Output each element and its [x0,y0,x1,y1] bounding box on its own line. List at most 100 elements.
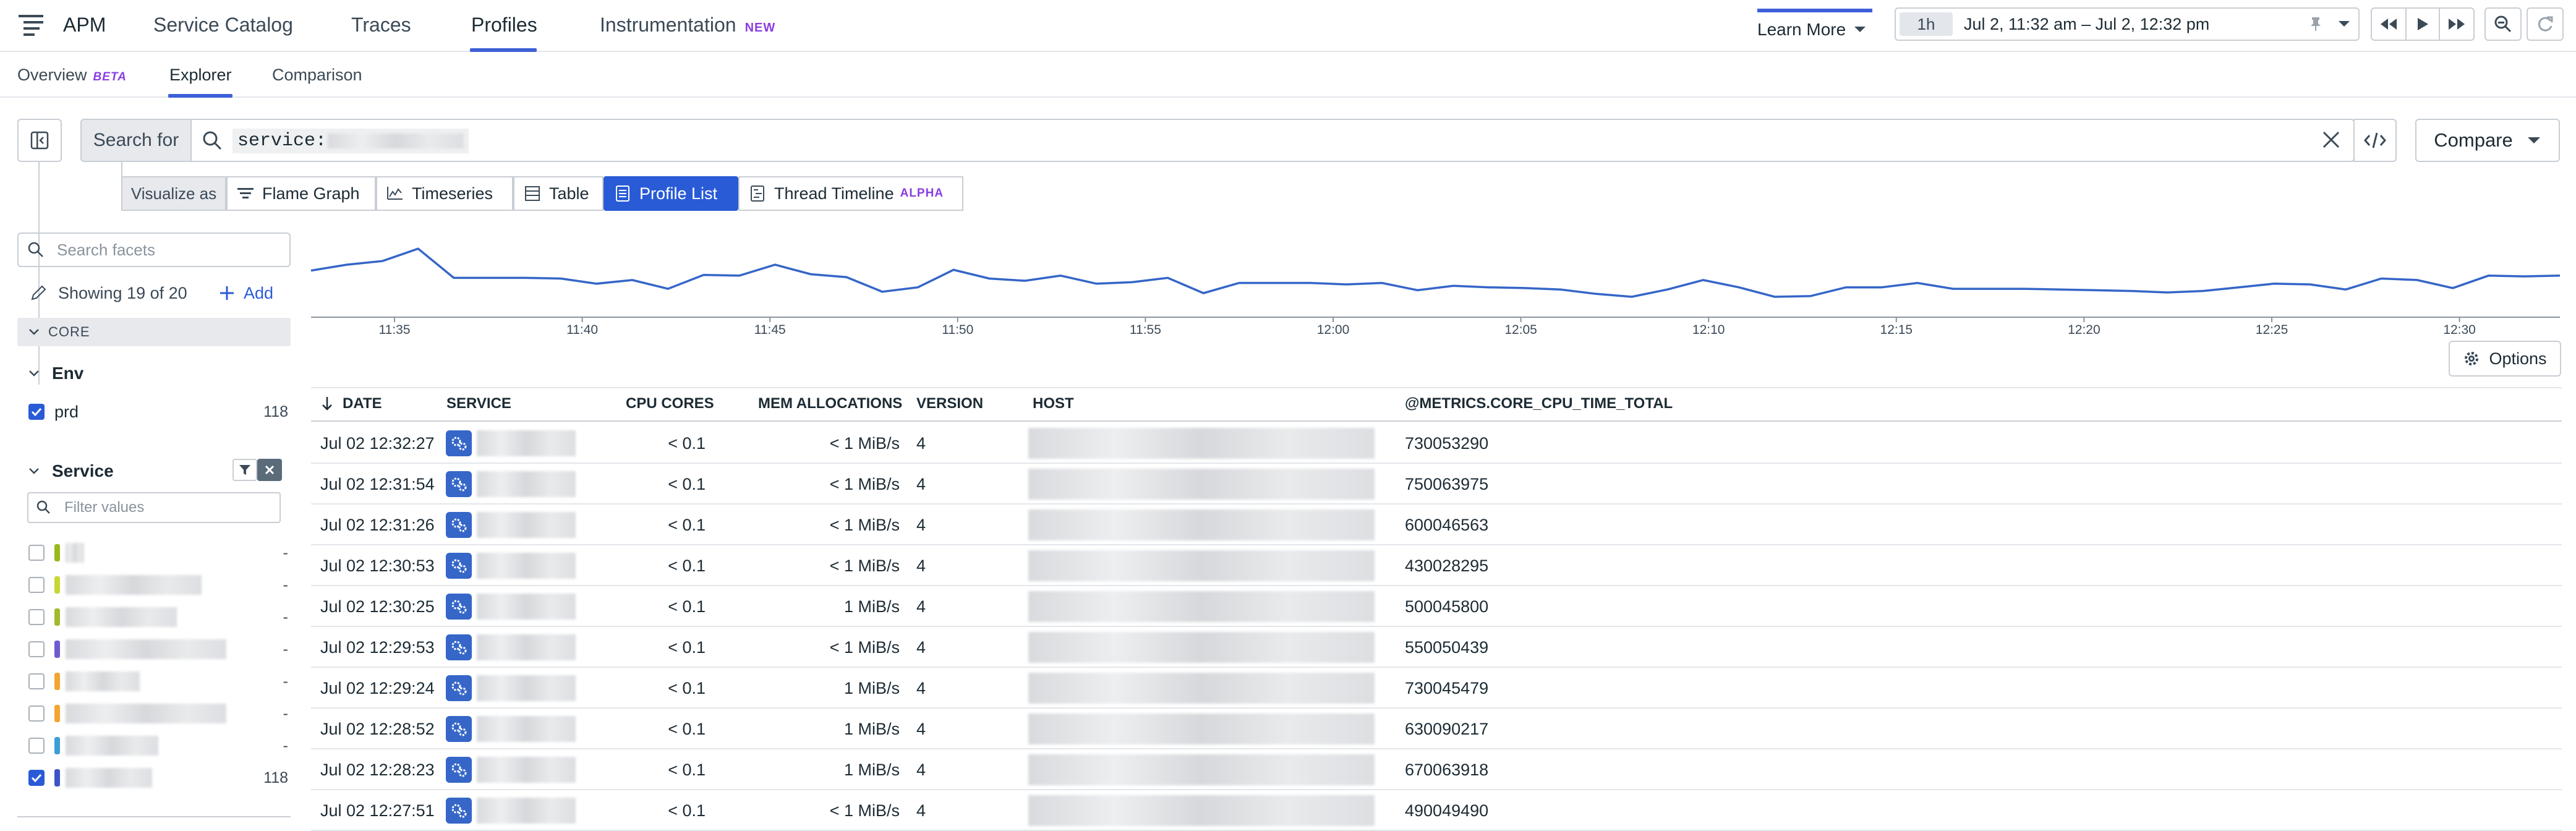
viz-timeseries[interactable]: Timeseries [376,176,513,211]
facet-value-service[interactable]: - [28,605,288,629]
checkbox-checked[interactable] [28,404,45,420]
checkbox[interactable] [28,609,45,625]
facet-value-service[interactable]: - [28,733,288,758]
time-preset[interactable]: 1h [1900,12,1953,36]
table-row[interactable]: Jul 02 12:28:23 < 0.1 1 MiB/s 4 670063918 [311,749,2562,790]
nav-profiles[interactable]: Profiles [471,0,537,52]
redacted-host-name [1028,550,1375,581]
edit-icon[interactable] [30,283,48,302]
column-service[interactable]: SERVICE [446,387,511,420]
redacted-host-name [1028,795,1375,826]
tab-comparison[interactable]: Comparison [272,52,362,98]
add-facet-button[interactable]: Add [218,281,273,305]
cell-cpu-time-total: 600046563 [1405,516,1489,534]
nav-traces[interactable]: Traces [351,0,411,52]
step-forward-icon[interactable] [2439,9,2473,40]
menu-icon[interactable] [19,14,46,38]
facet-service-header[interactable]: Service [28,459,114,484]
cell-cpu-time-total: 500045800 [1405,597,1489,616]
facet-value-service[interactable]: - [28,573,288,597]
viz-table-label: Table [549,184,589,203]
compare-dropdown[interactable]: Compare [2415,119,2560,162]
checkbox-checked[interactable] [28,770,45,786]
options-label: Options [2489,349,2547,368]
collapse-sidebar-button[interactable] [17,119,62,162]
redacted-service-name [66,736,158,756]
refresh-button[interactable] [2527,7,2564,41]
redacted-service-name [477,757,576,783]
code-view-button[interactable] [2353,119,2397,162]
checkbox[interactable] [28,673,45,689]
checkbox[interactable] [28,577,45,593]
sidebar-bottom-divider [17,816,291,817]
facet-value-service[interactable]: - [28,637,288,662]
facet-value-count: - [283,544,288,561]
table-row[interactable]: Jul 02 12:29:53 < 0.1 < 1 MiB/s 4 550050439 [311,627,2562,668]
checkbox[interactable] [28,705,45,722]
table-row[interactable]: Jul 02 12:31:26 < 0.1 < 1 MiB/s 4 600046563 [311,505,2562,545]
table-row[interactable]: Jul 02 12:31:54 < 0.1 < 1 MiB/s 4 750063975 [311,464,2562,505]
search-icon [202,130,223,151]
tab-explorer[interactable]: Explorer [169,52,232,98]
viz-flame-graph-label: Flame Graph [262,184,360,203]
column-date[interactable]: DATE [320,387,382,420]
checkbox[interactable] [28,641,45,657]
service-type-icon [446,430,472,456]
facet-value-prd[interactable]: prd 118 [28,399,288,424]
learn-more-dropdown[interactable]: Learn More [1757,12,1867,47]
time-dropdown-chevron-icon[interactable] [2337,20,2351,28]
table-row[interactable]: Jul 02 12:32:27 < 0.1 < 1 MiB/s 4 730053290 [311,423,2562,464]
check-icon [31,773,42,782]
column-cpu-cores[interactable]: CPU CORES [626,387,714,420]
app-title[interactable]: APM [63,0,106,52]
close-icon [265,465,275,475]
nav-service-catalog[interactable]: Service Catalog [153,0,293,52]
table-row[interactable]: Jul 02 12:30:25 < 0.1 1 MiB/s 4 500045800 [311,586,2562,627]
checkbox[interactable] [28,738,45,754]
time-range-text[interactable]: Jul 2, 11:32 am – Jul 2, 12:32 pm [1964,7,2209,41]
table-row[interactable]: Jul 02 12:27:51 < 0.1 < 1 MiB/s 4 490049490 [311,790,2562,831]
facet-group-core[interactable]: CORE [17,318,291,346]
redacted-host-name [1028,428,1375,459]
service-type-icon [446,471,472,497]
column-version[interactable]: VERSION [916,387,983,420]
column-cpu-time-total[interactable]: @METRICS.CORE_CPU_TIME_TOTAL [1405,387,1673,420]
table-row[interactable]: Jul 02 12:29:24 < 0.1 1 MiB/s 4 730045479 [311,668,2562,709]
service-color-swatch [54,737,60,754]
clear-search-icon[interactable] [2320,129,2342,151]
zoom-out-button[interactable] [2484,7,2522,41]
facet-clear-button[interactable] [257,459,282,481]
service-color-swatch [54,641,60,658]
facet-filter-button[interactable] [232,459,257,481]
facet-value-service[interactable]: - [28,669,288,694]
service-type-icon [446,512,472,538]
viz-flame-graph[interactable]: Flame Graph [226,176,376,211]
search-token[interactable]: service: [232,129,469,153]
facet-value-service[interactable]: - [28,540,288,565]
tab-overview[interactable]: Overview BETA [17,52,127,98]
play-icon[interactable] [2405,9,2439,40]
facet-env-header[interactable]: Env [28,361,83,386]
column-host[interactable]: HOST [1033,387,1074,420]
viz-thread-timeline[interactable]: Thread Timeline ALPHA [738,176,963,211]
viz-profile-list[interactable]: Profile List [603,176,738,211]
options-button[interactable]: Options [2449,341,2561,377]
cell-cpu-time-total: 630090217 [1405,720,1489,738]
checkbox[interactable] [28,545,45,561]
x-axis-tick-label: 12:20 [2068,323,2100,337]
search-for-label: Search for [80,119,192,162]
redacted-service-name [477,594,576,620]
pin-icon[interactable] [2308,16,2324,32]
nav-instrumentation[interactable]: Instrumentation NEW [600,0,775,52]
facet-value-service[interactable]: - [28,701,288,726]
viz-table[interactable]: Table [513,176,603,211]
column-mem-allocations[interactable]: MEM ALLOCATIONS [758,387,902,420]
plus-icon [220,286,234,300]
table-row[interactable]: Jul 02 12:28:52 < 0.1 1 MiB/s 4 630090217 [311,709,2562,749]
facet-value-service[interactable]: 118 [28,765,288,790]
step-back-icon[interactable] [2372,9,2405,40]
table-row[interactable]: Jul 02 12:30:53 < 0.1 < 1 MiB/s 4 430028295 [311,545,2562,586]
service-type-icon [446,716,472,742]
search-input[interactable] [190,119,2355,162]
cell-mem-allocations: < 1 MiB/s [829,434,900,453]
